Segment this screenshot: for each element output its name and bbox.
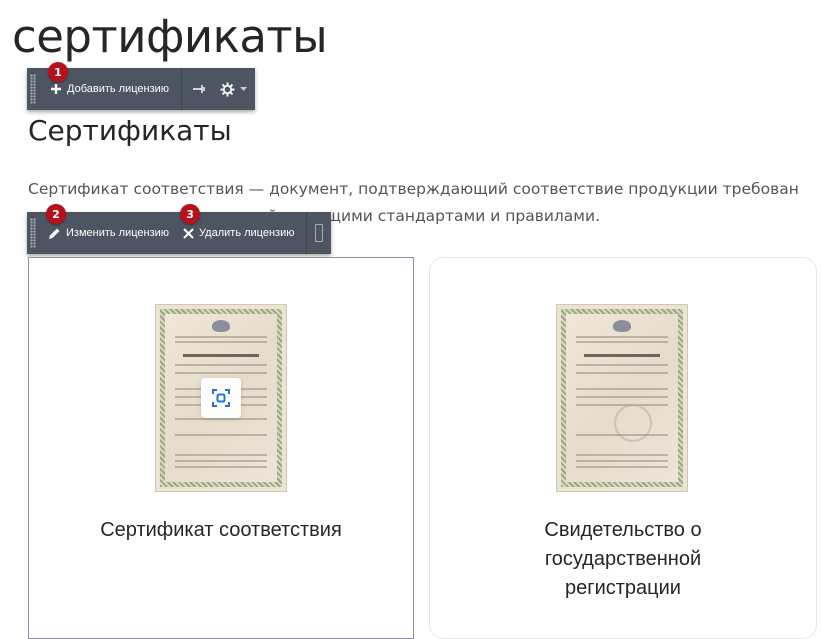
settings-button[interactable] <box>216 68 251 110</box>
certificate-page <box>566 314 678 482</box>
section-title: Сертификаты <box>28 114 232 147</box>
certificate-card[interactable]: Сертификат соответствия <box>28 257 414 639</box>
card-title-line-2: государственной <box>544 548 702 570</box>
drag-handle[interactable] <box>30 218 36 248</box>
seal-stamp <box>614 404 652 442</box>
edit-license-button[interactable]: 2 Изменить лицензию <box>42 204 177 254</box>
card-title: Свидетельство о государственной регистра… <box>430 516 816 603</box>
pin-icon <box>193 85 205 93</box>
edit-license-label: Изменить лицензию <box>66 227 170 239</box>
item-toolbar: 2 Изменить лицензию 3 Удалить лицензию <box>27 204 331 254</box>
gear-icon <box>220 81 235 97</box>
card-title-line-1: Свидетельство о <box>544 519 702 541</box>
more-handle[interactable] <box>315 224 324 242</box>
emblem-icon <box>613 320 631 332</box>
close-icon <box>183 227 194 239</box>
pin-button[interactable] <box>182 68 216 110</box>
card-title-line-3: регистрации <box>565 577 681 599</box>
block-toolbar: 1 Добавить лицензию <box>27 62 255 110</box>
drag-handle[interactable] <box>30 74 36 104</box>
badge-1: 1 <box>48 62 68 82</box>
delete-license-label: Удалить лицензию <box>199 227 295 239</box>
zoom-button[interactable] <box>201 378 241 418</box>
certificate-image[interactable] <box>556 304 688 492</box>
add-license-button[interactable]: 1 Добавить лицензию <box>42 62 181 110</box>
chevron-down-icon <box>240 86 248 91</box>
emblem-icon <box>212 320 230 332</box>
zoom-icon <box>212 389 230 407</box>
card-title: Сертификат соответствия <box>100 519 342 541</box>
toolbar-divider <box>306 212 308 254</box>
badge-2: 2 <box>46 204 66 224</box>
add-license-label: Добавить лицензию <box>67 83 170 95</box>
pencil-icon <box>49 228 60 239</box>
badge-3: 3 <box>180 204 201 224</box>
page-heading: сертификаты <box>12 10 328 63</box>
certificate-card[interactable]: Свидетельство о государственной регистра… <box>429 257 817 639</box>
plus-icon <box>51 84 61 94</box>
delete-license-button[interactable]: 3 Удалить лицензию <box>177 204 306 254</box>
description-line-1: Сертификат соответствия — документ, подт… <box>28 180 799 198</box>
